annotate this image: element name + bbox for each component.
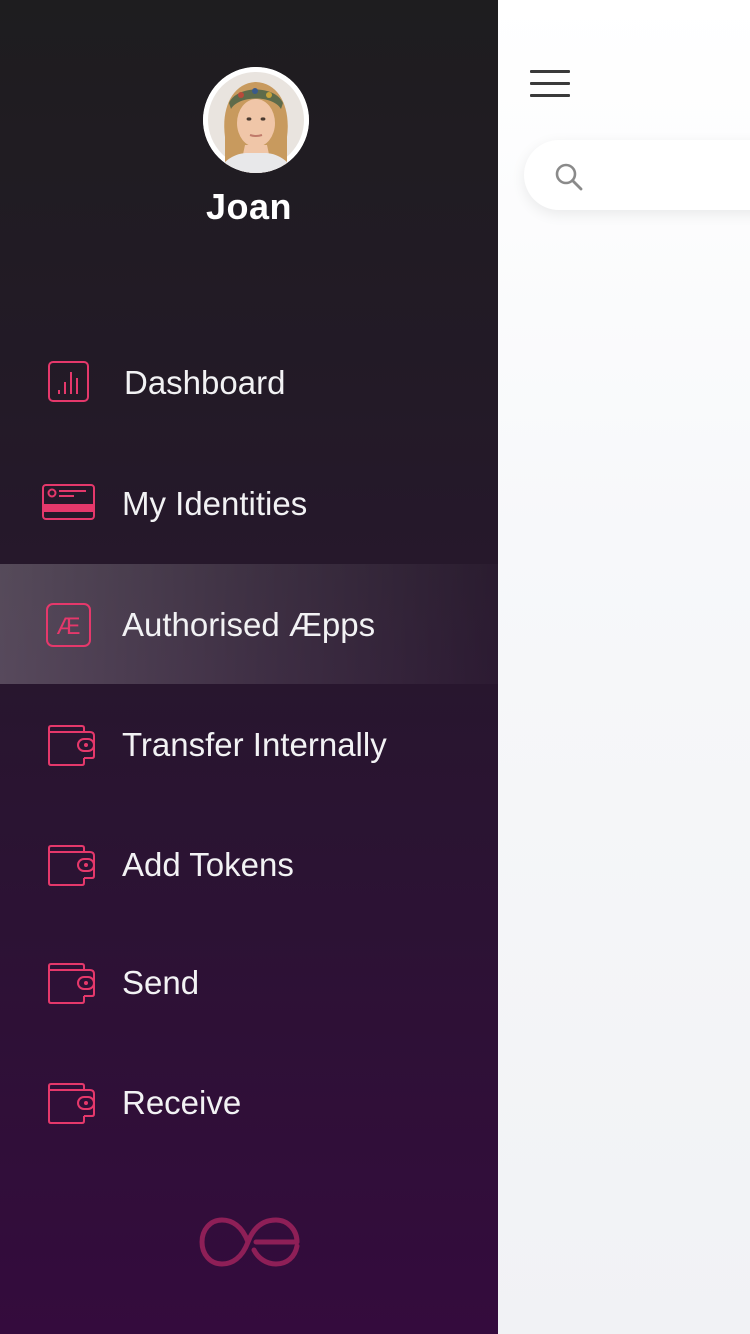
menu-item-label: Receive <box>122 1084 242 1121</box>
menu-item-add-tokens[interactable]: Add Tokens <box>0 804 498 924</box>
svg-text:Æ: Æ <box>57 613 81 640</box>
menu-item-transfer-internally[interactable]: Transfer Internally <box>0 684 498 804</box>
wallet-icon <box>48 845 95 886</box>
wallet-icon <box>48 725 95 766</box>
menu-item-label: Transfer Internally <box>122 726 387 763</box>
main-content <box>498 0 750 1334</box>
menu-item-send[interactable]: Send <box>0 922 498 1042</box>
search-bar[interactable] <box>524 140 750 210</box>
hamburger-menu-icon[interactable] <box>530 68 570 100</box>
navigation-drawer: Joan Dashboard My Identities Æ Authorise… <box>0 0 498 1334</box>
aeternity-logo <box>199 1217 300 1267</box>
menu-item-label: My Identities <box>122 485 308 522</box>
menu-item-dashboard[interactable]: Dashboard <box>0 322 498 442</box>
search-input[interactable] <box>594 158 748 194</box>
id-card-icon <box>42 484 95 520</box>
menu-item-label: Add Tokens <box>122 846 294 883</box>
menu-item-label: Send <box>122 964 200 1001</box>
search-icon <box>555 163 583 191</box>
menu-item-label: Dashboard <box>124 364 286 401</box>
menu-item-label: Authorised Æpps <box>122 606 376 643</box>
menu-item-receive[interactable]: Receive <box>0 1042 498 1162</box>
avatar[interactable] <box>203 67 309 173</box>
menu-item-my-identities[interactable]: My Identities <box>0 443 498 563</box>
wallet-icon <box>48 1083 95 1124</box>
wallet-icon <box>48 963 95 1004</box>
bar-chart-icon <box>48 361 89 402</box>
user-name: Joan <box>205 186 293 227</box>
ae-icon: Æ <box>46 603 91 647</box>
menu-item-authorised-aepps[interactable]: Æ Authorised Æpps <box>0 564 498 684</box>
